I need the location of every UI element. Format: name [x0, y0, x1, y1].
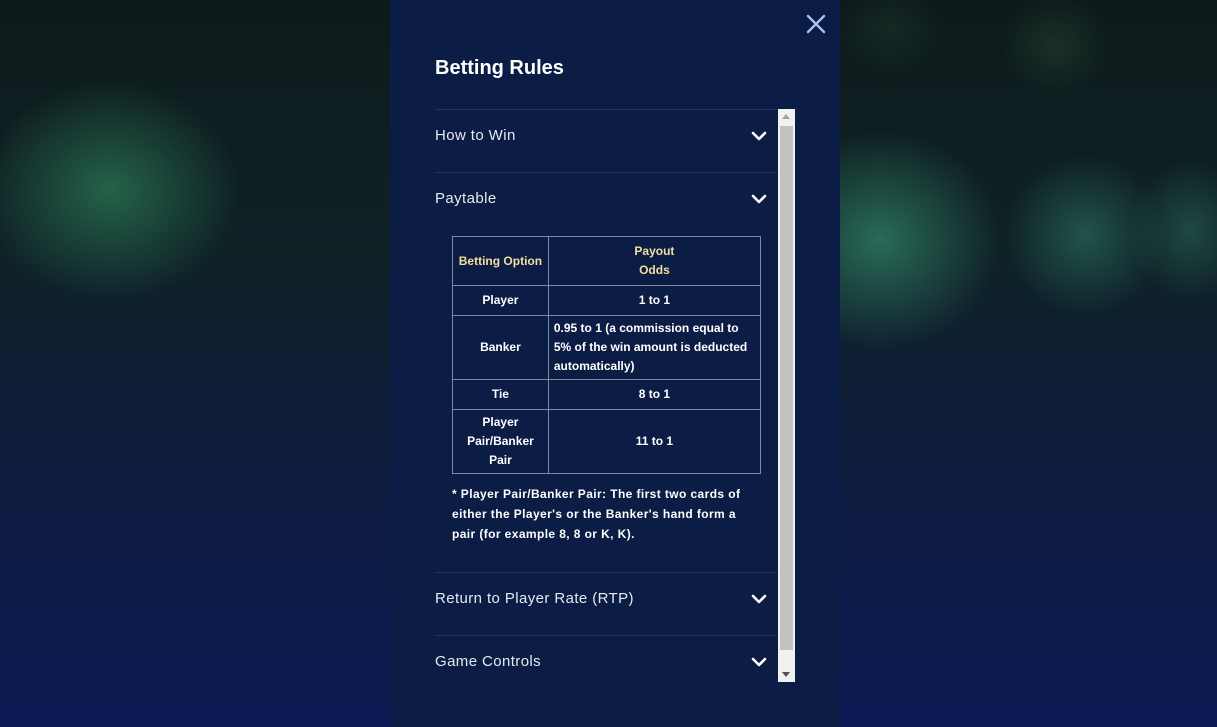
section-game-controls[interactable]: Game Controls	[435, 635, 777, 681]
chevron-down-icon	[751, 594, 767, 604]
odds-cell: 11 to 1	[547, 409, 762, 474]
section-label: Game Controls	[435, 653, 542, 670]
option-cell: Tie	[452, 379, 549, 410]
paytable-table: Betting Option Payout Odds Player 1 to 1…	[452, 236, 762, 474]
paytable-footnote: * Player Pair/Banker Pair: The first two…	[452, 487, 741, 541]
chevron-down-icon	[751, 131, 767, 141]
page-title: Betting Rules	[435, 57, 564, 79]
option-cell: Player Pair/Banker Pair	[452, 409, 549, 474]
chevron-down-icon	[751, 194, 767, 204]
column-header-betting-option: Betting Option	[452, 236, 549, 286]
paytable-content: Betting Option Payout Odds Player 1 to 1…	[435, 235, 777, 572]
betting-rules-panel: Betting Rules How to Win Paytable Bettin…	[390, 0, 840, 727]
odds-cell: 1 to 1	[547, 285, 762, 316]
section-label: Paytable	[435, 190, 497, 207]
table-row: Tie 8 to 1	[452, 379, 762, 410]
table-row: Player Pair/Banker Pair 11 to 1	[452, 409, 762, 474]
scroll-down-arrow-icon[interactable]	[782, 672, 790, 677]
section-rtp[interactable]: Return to Player Rate (RTP)	[435, 572, 777, 635]
section-label: How to Win	[435, 127, 516, 144]
rules-scroll-area[interactable]: How to Win Paytable Betting Option Payou…	[435, 109, 777, 681]
close-button[interactable]	[804, 12, 828, 36]
close-icon	[806, 14, 826, 34]
table-row: Banker 0.95 to 1 (a commission equal to …	[452, 315, 762, 380]
chevron-down-icon	[751, 657, 767, 667]
section-label: Return to Player Rate (RTP)	[435, 590, 634, 607]
header-line: Payout	[634, 244, 675, 258]
section-how-to-win[interactable]: How to Win	[435, 109, 777, 172]
column-header-payout-odds: Payout Odds	[547, 236, 762, 286]
odds-cell: 8 to 1	[547, 379, 762, 410]
option-cell: Player	[452, 285, 549, 316]
header-line: Odds	[639, 263, 670, 277]
section-paytable[interactable]: Paytable	[435, 172, 777, 235]
scroll-up-arrow-icon[interactable]	[782, 114, 790, 119]
scrollbar-thumb[interactable]	[780, 126, 793, 650]
vertical-scrollbar[interactable]	[778, 109, 795, 682]
table-header-row: Betting Option Payout Odds	[452, 236, 762, 286]
table-row: Player 1 to 1	[452, 285, 762, 316]
option-cell: Banker	[452, 315, 549, 380]
odds-cell: 0.95 to 1 (a commission equal to 5% of t…	[547, 315, 762, 380]
